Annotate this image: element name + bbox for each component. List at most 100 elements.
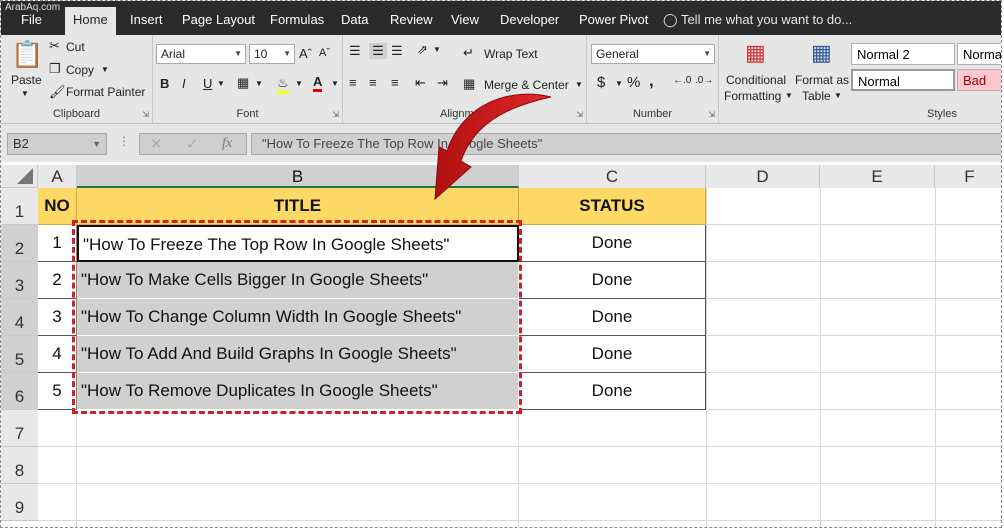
paste-icon[interactable]: 📋: [11, 39, 43, 69]
cell-a5[interactable]: 4: [38, 336, 77, 373]
dialog-launcher-icon[interactable]: ⇲: [332, 110, 339, 119]
align-center-icon[interactable]: ≡: [369, 75, 377, 90]
underline-dropdown-icon[interactable]: ▼: [217, 79, 225, 88]
style-normal-2[interactable]: Normal 2: [851, 43, 955, 65]
row-header-9[interactable]: 9: [1, 484, 38, 521]
cell-c3[interactable]: Done: [519, 262, 706, 299]
tab-formulas[interactable]: Formulas: [262, 9, 332, 35]
borders-icon[interactable]: ▦: [237, 75, 249, 91]
font-label: Font: [236, 108, 259, 120]
paste-dropdown-icon[interactable]: ▼: [21, 89, 29, 98]
row-header-6[interactable]: 6: [1, 373, 38, 410]
row-header-3[interactable]: 3: [1, 262, 38, 299]
dialog-launcher-icon[interactable]: ⇲: [708, 110, 715, 119]
italic-button[interactable]: I: [182, 76, 186, 91]
tab-developer[interactable]: Developer: [492, 9, 567, 35]
orientation-dropdown-icon[interactable]: ▼: [433, 45, 441, 54]
orientation-icon[interactable]: ⇗: [417, 42, 428, 58]
cell-a1[interactable]: NO: [38, 188, 77, 225]
column-header-e[interactable]: E: [820, 165, 935, 188]
increase-font-icon[interactable]: Aˆ: [299, 46, 312, 61]
currency-dropdown-icon[interactable]: ▼: [615, 79, 623, 88]
row-header-5[interactable]: 5: [1, 336, 38, 373]
row-header-7[interactable]: 7: [1, 410, 38, 447]
style-normal-partial[interactable]: Norma: [957, 43, 1001, 65]
select-all-corner[interactable]: [1, 165, 38, 188]
cell-b5[interactable]: "How To Add And Build Graphs In Google S…: [77, 336, 519, 373]
dialog-launcher-icon[interactable]: ⇲: [142, 110, 149, 119]
align-right-icon[interactable]: ≡: [391, 75, 399, 90]
conditional-dropdown-icon[interactable]: ▼: [785, 91, 793, 100]
copy-button[interactable]: Copy: [66, 63, 94, 77]
cell-a2[interactable]: 1: [38, 225, 77, 262]
font-size-select[interactable]: 10 ▼: [249, 44, 295, 64]
percent-button[interactable]: %: [627, 74, 640, 91]
check-icon[interactable]: ✓: [186, 135, 199, 153]
style-normal[interactable]: Normal: [851, 69, 955, 91]
cancel-icon[interactable]: ✕: [150, 135, 163, 153]
name-box[interactable]: B2 ▼: [7, 133, 107, 155]
decrease-font-icon[interactable]: Aˇ: [319, 47, 330, 59]
conditional-formatting-button[interactable]: Conditional: [726, 73, 786, 87]
format-painter-button[interactable]: Format Painter: [66, 85, 145, 99]
column-header-f[interactable]: F: [935, 165, 1001, 188]
tab-view[interactable]: View: [443, 9, 487, 35]
row-header-1[interactable]: 1: [1, 188, 38, 225]
cell-b4[interactable]: "How To Change Column Width In Google Sh…: [77, 299, 519, 336]
style-bad[interactable]: Bad: [957, 69, 1001, 91]
dialog-launcher-icon[interactable]: ⇲: [576, 110, 583, 119]
cell-c4[interactable]: Done: [519, 299, 706, 336]
row-header-8[interactable]: 8: [1, 447, 38, 484]
chevron-down-icon[interactable]: ▼: [92, 134, 101, 154]
cut-button[interactable]: Cut: [66, 40, 85, 54]
column-header-a[interactable]: A: [38, 165, 77, 188]
cell-a4[interactable]: 3: [38, 299, 77, 336]
cell-c2[interactable]: Done: [519, 225, 706, 262]
format-as-table-button[interactable]: Format as: [795, 73, 849, 87]
cell-a6[interactable]: 5: [38, 373, 77, 410]
cell-a3[interactable]: 2: [38, 262, 77, 299]
align-bottom-icon[interactable]: ☰: [391, 43, 403, 59]
font-color-icon[interactable]: A: [313, 74, 323, 92]
tab-power-pivot[interactable]: Power Pivot: [571, 9, 656, 35]
row-header-4[interactable]: 4: [1, 299, 38, 336]
formula-input[interactable]: "How To Freeze The Top Row In Google She…: [251, 133, 1001, 155]
tell-me-box[interactable]: ◯ Tell me what you want to do...: [663, 9, 852, 31]
cell-b6[interactable]: "How To Remove Duplicates In Google Shee…: [77, 373, 519, 410]
number-format-select[interactable]: General ▼: [591, 44, 715, 64]
align-left-icon[interactable]: ≡: [349, 75, 357, 90]
insert-function-button[interactable]: fx: [222, 136, 232, 152]
tab-data[interactable]: Data: [333, 9, 376, 35]
cell-c6[interactable]: Done: [519, 373, 706, 410]
cell-b3[interactable]: "How To Make Cells Bigger In Google Shee…: [77, 262, 519, 299]
tab-page-layout[interactable]: Page Layout: [174, 9, 263, 35]
tab-file[interactable]: File: [13, 9, 50, 35]
currency-button[interactable]: $: [597, 74, 605, 91]
cell-c5[interactable]: Done: [519, 336, 706, 373]
font-name-select[interactable]: Arial ▼: [156, 44, 246, 64]
tab-review[interactable]: Review: [382, 9, 441, 35]
more-options-icon[interactable]: ⋮: [118, 134, 130, 148]
copy-dropdown-icon[interactable]: ▼: [101, 65, 109, 74]
worksheet-grid[interactable]: A B C D E F 1 2 3 4 5 6 7 8 9 NO TITLE S…: [1, 162, 1001, 527]
font-color-dropdown-icon[interactable]: ▼: [331, 79, 339, 88]
bold-button[interactable]: B: [160, 76, 169, 91]
format-table-dropdown-icon[interactable]: ▼: [834, 91, 842, 100]
column-header-d[interactable]: D: [706, 165, 820, 188]
comma-button[interactable]: ,: [649, 71, 654, 91]
fill-dropdown-icon[interactable]: ▼: [295, 79, 303, 88]
row-header-2[interactable]: 2: [1, 225, 38, 262]
wrap-text-button[interactable]: Wrap Text: [484, 47, 538, 61]
increase-decimal-icon[interactable]: ←.0: [673, 75, 691, 86]
tab-home[interactable]: Home: [65, 7, 116, 35]
underline-button[interactable]: U: [203, 76, 212, 91]
fill-color-icon[interactable]: ♨: [277, 75, 289, 94]
tab-insert[interactable]: Insert: [122, 9, 171, 35]
paste-button[interactable]: Paste: [11, 73, 42, 87]
align-middle-icon[interactable]: ☰: [369, 43, 387, 59]
cell-b2[interactable]: "How To Freeze The Top Row In Google She…: [77, 225, 519, 262]
align-top-icon[interactable]: ☰: [349, 43, 361, 59]
merge-dropdown-icon[interactable]: ▼: [575, 80, 583, 89]
decrease-decimal-icon[interactable]: .0→: [695, 75, 713, 86]
borders-dropdown-icon[interactable]: ▼: [255, 79, 263, 88]
